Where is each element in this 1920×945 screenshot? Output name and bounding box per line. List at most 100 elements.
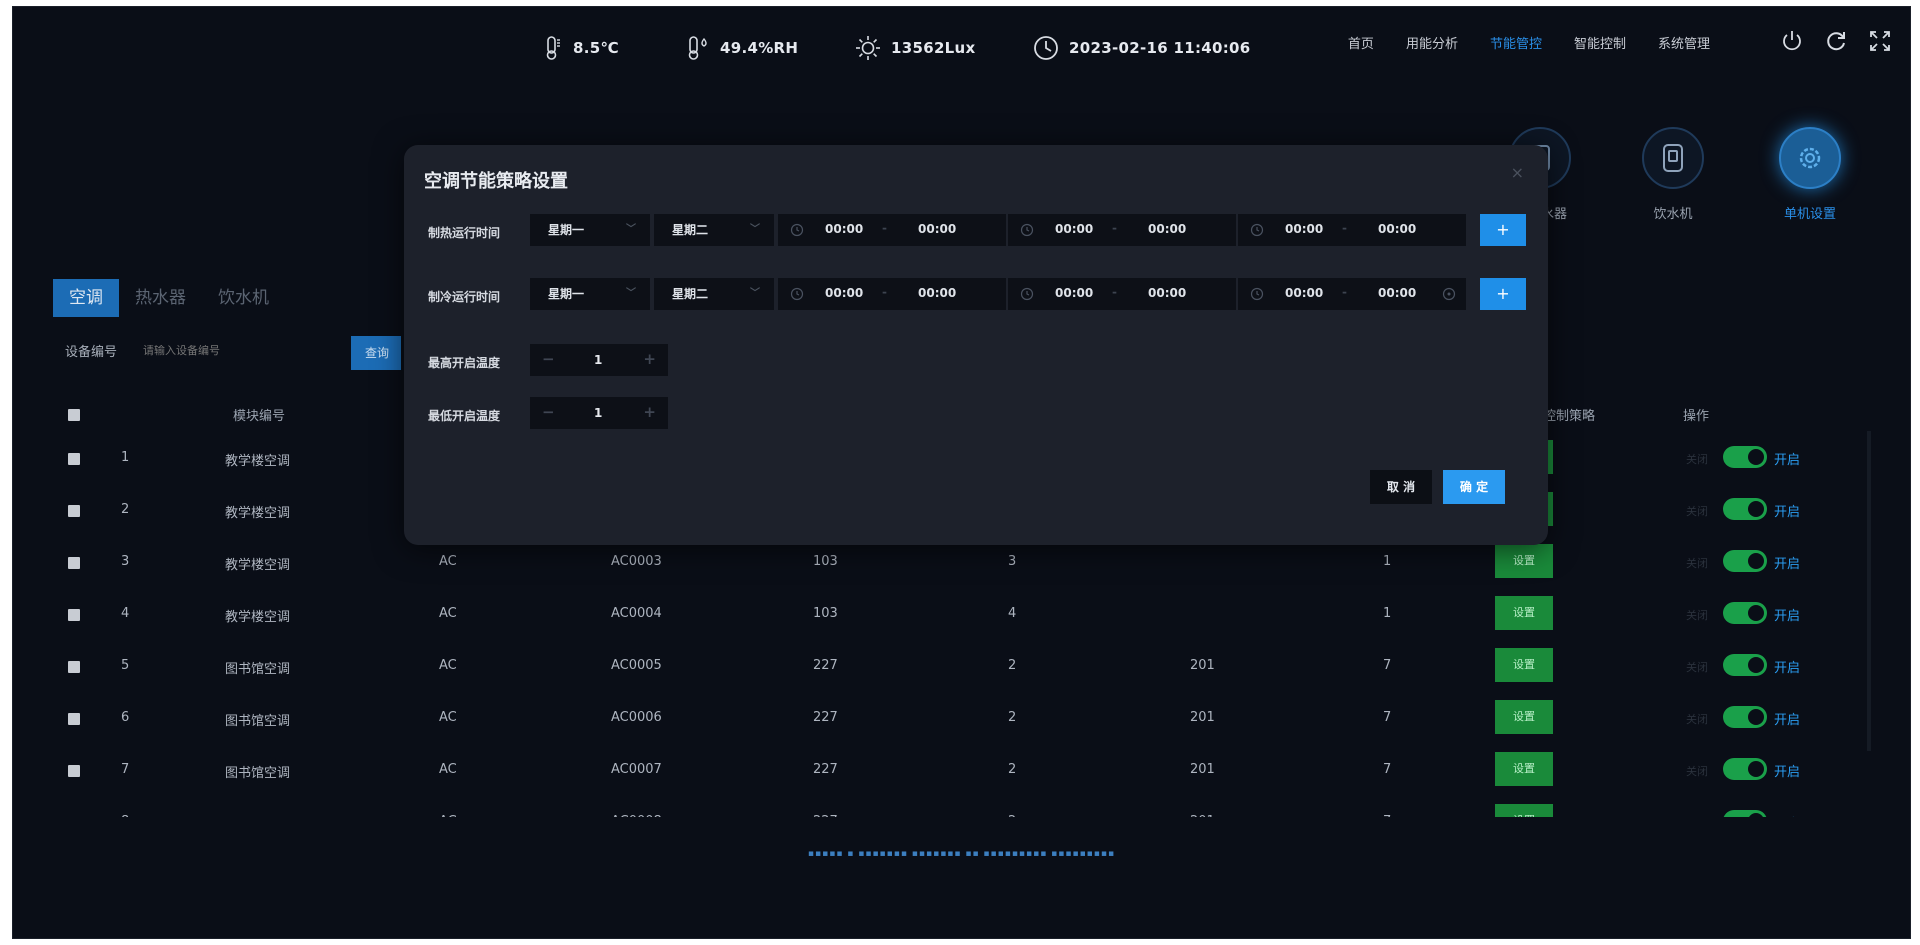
max-temp-stepper[interactable]: − 1 +	[530, 344, 668, 376]
nav-smart-control[interactable]: 智能控制	[1574, 33, 1626, 52]
heating-time-range-3[interactable]: 00:00 - 00:00	[1238, 214, 1466, 246]
nav-system-management[interactable]: 系统管理	[1658, 33, 1710, 52]
heating-time-range-1[interactable]: 00:00 - 00:00	[778, 214, 1006, 246]
heating-add-button[interactable]: +	[1480, 214, 1526, 246]
off-label: 关闭	[1686, 609, 1708, 622]
cooling-time-range-2[interactable]: 00:00 - 00:00	[1008, 278, 1236, 310]
cell-type: AC	[439, 710, 457, 725]
power-icon[interactable]	[1780, 29, 1804, 53]
heating-day-from-select[interactable]: 星期一 ﹀	[530, 214, 650, 246]
power-toggle[interactable]	[1723, 706, 1767, 728]
close-icon[interactable]: ×	[1511, 163, 1524, 182]
table-row: 4 教学楼空调 AC AC0004 103 4 1 设置 关闭 开启	[13, 590, 1910, 642]
clock-icon	[1020, 287, 1034, 301]
header-module-id: 模块编号	[233, 409, 286, 424]
cell-c: 201	[1190, 762, 1215, 777]
row-checkbox[interactable]	[68, 505, 80, 517]
range-separator: -	[1342, 221, 1347, 235]
range-separator: -	[882, 221, 887, 235]
cell-a: 227	[813, 710, 838, 725]
heating-time-range-2[interactable]: 00:00 - 00:00	[1008, 214, 1236, 246]
thermometer-icon	[546, 36, 560, 60]
power-toggle[interactable]	[1723, 602, 1767, 624]
cell-n: 1	[121, 450, 130, 465]
nav-home[interactable]: 首页	[1348, 33, 1374, 52]
set-button[interactable]: 设置	[1495, 596, 1553, 630]
window-controls	[1780, 29, 1892, 53]
fullscreen-icon[interactable]	[1868, 29, 1892, 53]
cooling-time-label: 制冷运行时间	[428, 290, 501, 304]
on-label: 开启	[1774, 765, 1801, 780]
power-toggle[interactable]	[1723, 550, 1767, 572]
end-time: 00:00	[1148, 286, 1187, 300]
cell-n: 2	[121, 502, 130, 517]
cooling-day-from-select[interactable]: 星期一 ﹀	[530, 278, 650, 310]
cooling-time-range-1[interactable]: 00:00 - 00:00	[778, 278, 1006, 310]
datetime-value: 2023-02-16 11:40:06	[1069, 39, 1251, 57]
minus-icon[interactable]: −	[542, 350, 555, 368]
row-checkbox[interactable]	[68, 557, 80, 569]
search-button[interactable]: 查询	[351, 336, 401, 370]
cell-name: 教学楼空调	[225, 506, 291, 521]
device-water-dispenser[interactable]: 饮水机	[1628, 127, 1718, 222]
power-toggle[interactable]	[1723, 654, 1767, 676]
set-button[interactable]: 设置	[1495, 752, 1553, 786]
off-label: 关闭	[1686, 453, 1708, 466]
power-toggle[interactable]	[1723, 498, 1767, 520]
on-label: 开启	[1774, 505, 1801, 520]
start-time: 00:00	[825, 286, 864, 300]
tab-air-conditioner[interactable]: 空调	[53, 279, 119, 317]
tab-water-dispenser[interactable]: 饮水机	[202, 279, 285, 317]
device-single-settings[interactable]: 单机设置	[1765, 127, 1855, 222]
off-label: 关闭	[1686, 661, 1708, 674]
set-button[interactable]: 设置	[1495, 648, 1553, 682]
device-type-tabs: 空调 热水器 饮水机	[53, 279, 285, 317]
clear-icon[interactable]	[1442, 287, 1456, 301]
row-checkbox[interactable]	[68, 713, 80, 725]
strategy-dialog: 空调节能策略设置 × 制热运行时间 星期一 ﹀ 星期二 ﹀ 00:00-00:00 …	[404, 145, 1548, 545]
start-time: 00:00	[1055, 286, 1094, 300]
nav-energy-control[interactable]: 节能管控	[1490, 33, 1542, 52]
chevron-down-icon: ﹀	[626, 224, 636, 235]
plus-icon[interactable]: +	[643, 350, 656, 368]
cooling-add-button[interactable]: +	[1480, 278, 1526, 310]
row-checkbox[interactable]	[68, 661, 80, 673]
power-toggle[interactable]	[1723, 446, 1767, 468]
cell-b: 4	[1008, 606, 1017, 621]
set-button[interactable]: 设置	[1495, 544, 1553, 578]
on-label: 开启	[1774, 713, 1801, 728]
clock-icon	[790, 223, 804, 237]
gear-icon	[1799, 147, 1821, 169]
row-checkbox[interactable]	[68, 765, 80, 777]
nav-energy-analysis[interactable]: 用能分析	[1406, 33, 1458, 52]
pagination[interactable]: ▪▪▪▪▪ ▪ ▪▪▪▪▪▪▪ ▪▪▪▪▪▪▪ ▪▪ ▪▪▪▪▪▪▪▪▪ ▪▪▪…	[13, 849, 1910, 859]
cell-name: 图书馆空调	[225, 766, 291, 781]
cooling-time-range-3[interactable]: 00:00 - 00:00	[1238, 278, 1466, 310]
cell-a: 103	[813, 554, 838, 569]
cooling-day-to-select[interactable]: 星期二 ﹀	[654, 278, 774, 310]
table-scrollbar[interactable]	[1867, 431, 1871, 751]
selected-value: 星期二	[672, 287, 709, 301]
refresh-icon[interactable]	[1824, 29, 1848, 53]
power-toggle[interactable]	[1723, 758, 1767, 780]
minus-icon[interactable]: −	[542, 403, 555, 421]
end-time: 00:00	[1378, 222, 1417, 236]
row-checkbox[interactable]	[68, 609, 80, 621]
cell-d: 7	[1383, 658, 1392, 673]
plus-icon[interactable]: +	[643, 403, 656, 421]
light-value: 13562Lux	[891, 39, 976, 57]
header-control-strategy: 控制策略	[1543, 409, 1596, 424]
device-id-input[interactable]	[143, 344, 324, 357]
row-checkbox[interactable]	[68, 453, 80, 465]
set-button[interactable]: 设置	[1495, 700, 1553, 734]
cell-d: 7	[1383, 710, 1392, 725]
select-all-checkbox[interactable]	[68, 409, 80, 421]
cell-name: 教学楼空调	[225, 558, 291, 573]
cancel-button[interactable]: 取 消	[1370, 470, 1432, 504]
water-dispenser-icon	[1663, 144, 1683, 172]
min-temp-stepper[interactable]: − 1 +	[530, 397, 668, 429]
confirm-button[interactable]: 确 定	[1443, 470, 1505, 504]
heating-day-to-select[interactable]: 星期二 ﹀	[654, 214, 774, 246]
cell-d: 7	[1383, 762, 1392, 777]
tab-water-heater[interactable]: 热水器	[119, 279, 202, 317]
